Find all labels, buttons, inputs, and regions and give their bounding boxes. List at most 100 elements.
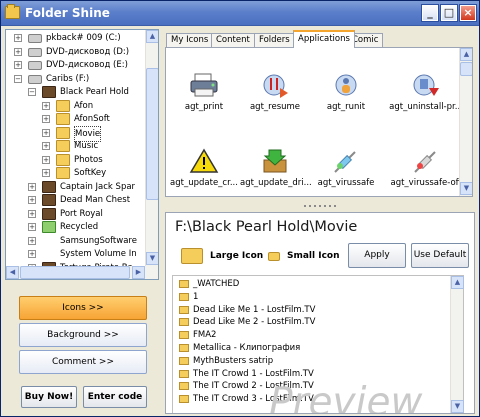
background-button[interactable]: Background >> <box>19 323 147 347</box>
tab-content[interactable]: Content <box>211 33 255 48</box>
preview-pane: F:\Black Pearl Hold\Movie Large Icon Sma… <box>165 212 475 414</box>
expand-toggle-icon[interactable]: + <box>42 169 50 177</box>
tree-item[interactable]: − Caribs (F:) <box>6 72 146 86</box>
icon-item[interactable]: agt_print <box>169 72 239 112</box>
maximize-button[interactable]: □ <box>440 4 458 22</box>
use-default-button[interactable]: Use Default <box>411 243 469 268</box>
icon-item[interactable]: agt_resume <box>240 72 310 112</box>
expand-toggle-icon[interactable]: − <box>28 88 36 96</box>
tree-item-label: DVD-дисковод (D:) <box>46 46 130 57</box>
scroll-down-button[interactable]: ▼ <box>460 182 472 195</box>
tree-item-label: Music <box>74 141 99 151</box>
tree-item-label: AfonSoft <box>74 114 110 124</box>
tree-item[interactable]: + Afon <box>6 99 146 113</box>
tree-item[interactable]: + AfonSoft <box>6 112 146 126</box>
icon-item[interactable]: agt_update_dri... <box>240 148 312 188</box>
folder-icon <box>56 113 70 125</box>
expand-toggle-icon[interactable]: + <box>42 128 50 137</box>
expand-toggle-icon[interactable]: + <box>28 236 36 245</box>
icons-button[interactable]: Icons >> <box>19 296 147 320</box>
scroll-down-button[interactable]: ▼ <box>451 400 464 413</box>
tree-item[interactable]: + DVD-дисковод (E:) <box>6 58 146 72</box>
file-name: Metallica - Клипография <box>193 343 301 353</box>
window-title: Folder Shine <box>25 6 110 20</box>
scroll-left-button[interactable]: ◀ <box>6 266 19 279</box>
file-name: FMA2 <box>193 330 217 341</box>
scroll-right-button[interactable]: ▶ <box>132 266 145 279</box>
icon-item[interactable]: agt_virussafe <box>311 148 381 188</box>
apply-button[interactable]: Apply <box>348 243 406 268</box>
comment-button[interactable]: Comment >> <box>19 350 147 374</box>
drive-icon <box>28 34 42 43</box>
dvd-icon <box>28 47 42 57</box>
tree-item[interactable]: + Captain Jack Spar <box>6 180 146 194</box>
enter-code-button[interactable]: Enter code <box>83 386 147 408</box>
file-name: Dead Like Me 2 - LostFilm.TV <box>193 317 316 328</box>
scroll-thumb[interactable] <box>460 62 472 76</box>
folder-icon <box>179 305 189 314</box>
tree-item[interactable]: + DVD-дисковод (D:) <box>6 45 146 59</box>
expand-toggle-icon[interactable]: + <box>28 209 36 218</box>
folder-icon <box>56 140 70 152</box>
expand-toggle-icon[interactable]: + <box>42 101 50 110</box>
tree-item[interactable]: + System Volume In <box>6 247 146 261</box>
tree-item-label: Afon <box>74 100 94 111</box>
scroll-thumb[interactable] <box>146 68 158 200</box>
expand-toggle-icon[interactable]: + <box>42 115 50 123</box>
hscroll-thumb[interactable] <box>20 266 130 279</box>
icon-item[interactable]: agt_runit <box>311 72 381 112</box>
tree-item-label: SamsungSoftware <box>60 235 137 246</box>
icon-item[interactable]: agt_virussafe-off <box>383 148 469 188</box>
folder-icon <box>56 99 70 112</box>
file-name: Dead Like Me 1 - LostFilm.TV <box>193 304 316 315</box>
folder-icon <box>56 126 70 139</box>
tree-item[interactable]: + pkback# 009 (C:) <box>6 31 146 45</box>
tab-applications[interactable]: Applications <box>293 30 355 48</box>
expand-toggle-icon[interactable]: + <box>28 196 36 204</box>
folder-icon <box>179 344 189 352</box>
tab-folders[interactable]: Folders <box>254 33 295 48</box>
warning-icon <box>189 148 219 174</box>
folder-icon <box>179 318 189 327</box>
expand-toggle-icon[interactable]: + <box>28 223 36 231</box>
tree-item[interactable]: + SamsungSoftware <box>6 234 146 248</box>
tab-my-icons[interactable]: My Icons <box>166 33 214 48</box>
expand-toggle-icon[interactable]: + <box>42 155 50 164</box>
tree-item[interactable]: + Movie <box>6 125 146 142</box>
scroll-up-button[interactable]: ▲ <box>146 30 158 43</box>
expand-toggle-icon[interactable]: + <box>14 61 22 69</box>
minimize-button[interactable]: _ <box>421 4 439 22</box>
scroll-down-button[interactable]: ▼ <box>146 252 158 265</box>
expand-toggle-icon[interactable]: − <box>14 74 22 83</box>
file-list-scrollbar[interactable]: ▲ ▼ <box>450 276 464 413</box>
gallery-scrollbar[interactable]: ▲ ▼ <box>459 48 472 196</box>
tree-item[interactable]: + Music <box>6 139 146 153</box>
tree-item[interactable]: + Port Royal <box>6 207 146 221</box>
scroll-up-button[interactable]: ▲ <box>460 48 472 61</box>
pane-splitter[interactable] <box>164 204 476 209</box>
expand-toggle-icon[interactable]: + <box>14 47 22 56</box>
tree-item[interactable]: − Black Pearl Hold <box>6 85 146 99</box>
tree-item[interactable]: + Photos <box>6 153 146 167</box>
expand-toggle-icon[interactable]: + <box>14 34 22 42</box>
tree-item[interactable]: + Recycled <box>6 220 146 234</box>
scroll-up-button[interactable]: ▲ <box>451 276 464 289</box>
tree-item[interactable]: + Dead Man Chest <box>6 193 146 207</box>
expand-toggle-icon[interactable]: + <box>28 182 36 191</box>
tree-item[interactable]: + SoftKey <box>6 166 146 180</box>
icon-item[interactable]: agt_update_cr... <box>169 148 239 188</box>
icon-item[interactable]: agt_uninstall-pr... <box>383 72 469 112</box>
file-list: _WATCHED 1 Dead Like Me 1 - LostFilm.TV Dea… <box>172 275 464 413</box>
preview-path: F:\Black Pearl Hold\Movie <box>175 219 358 235</box>
expand-toggle-icon[interactable]: + <box>28 250 36 258</box>
folder-icon <box>179 280 189 288</box>
tree-horizontal-scrollbar[interactable]: ◀ ▶ <box>6 266 146 279</box>
close-button[interactable]: × <box>459 4 477 22</box>
tree-vertical-scrollbar[interactable]: ▲ ▼ <box>145 30 158 279</box>
title-bar[interactable]: Folder Shine _ □ × <box>1 1 479 26</box>
expand-toggle-icon[interactable]: + <box>42 142 50 150</box>
icon-gallery: agt_print agt_resume agt_runit agt_unins… <box>165 47 473 197</box>
app-window: Folder Shine _ □ × + pkback# 009 (C:) + DVD… <box>0 0 480 417</box>
tree-item-label: Black Pearl Hold <box>60 87 129 97</box>
buy-now-button[interactable]: Buy Now! <box>21 386 77 408</box>
